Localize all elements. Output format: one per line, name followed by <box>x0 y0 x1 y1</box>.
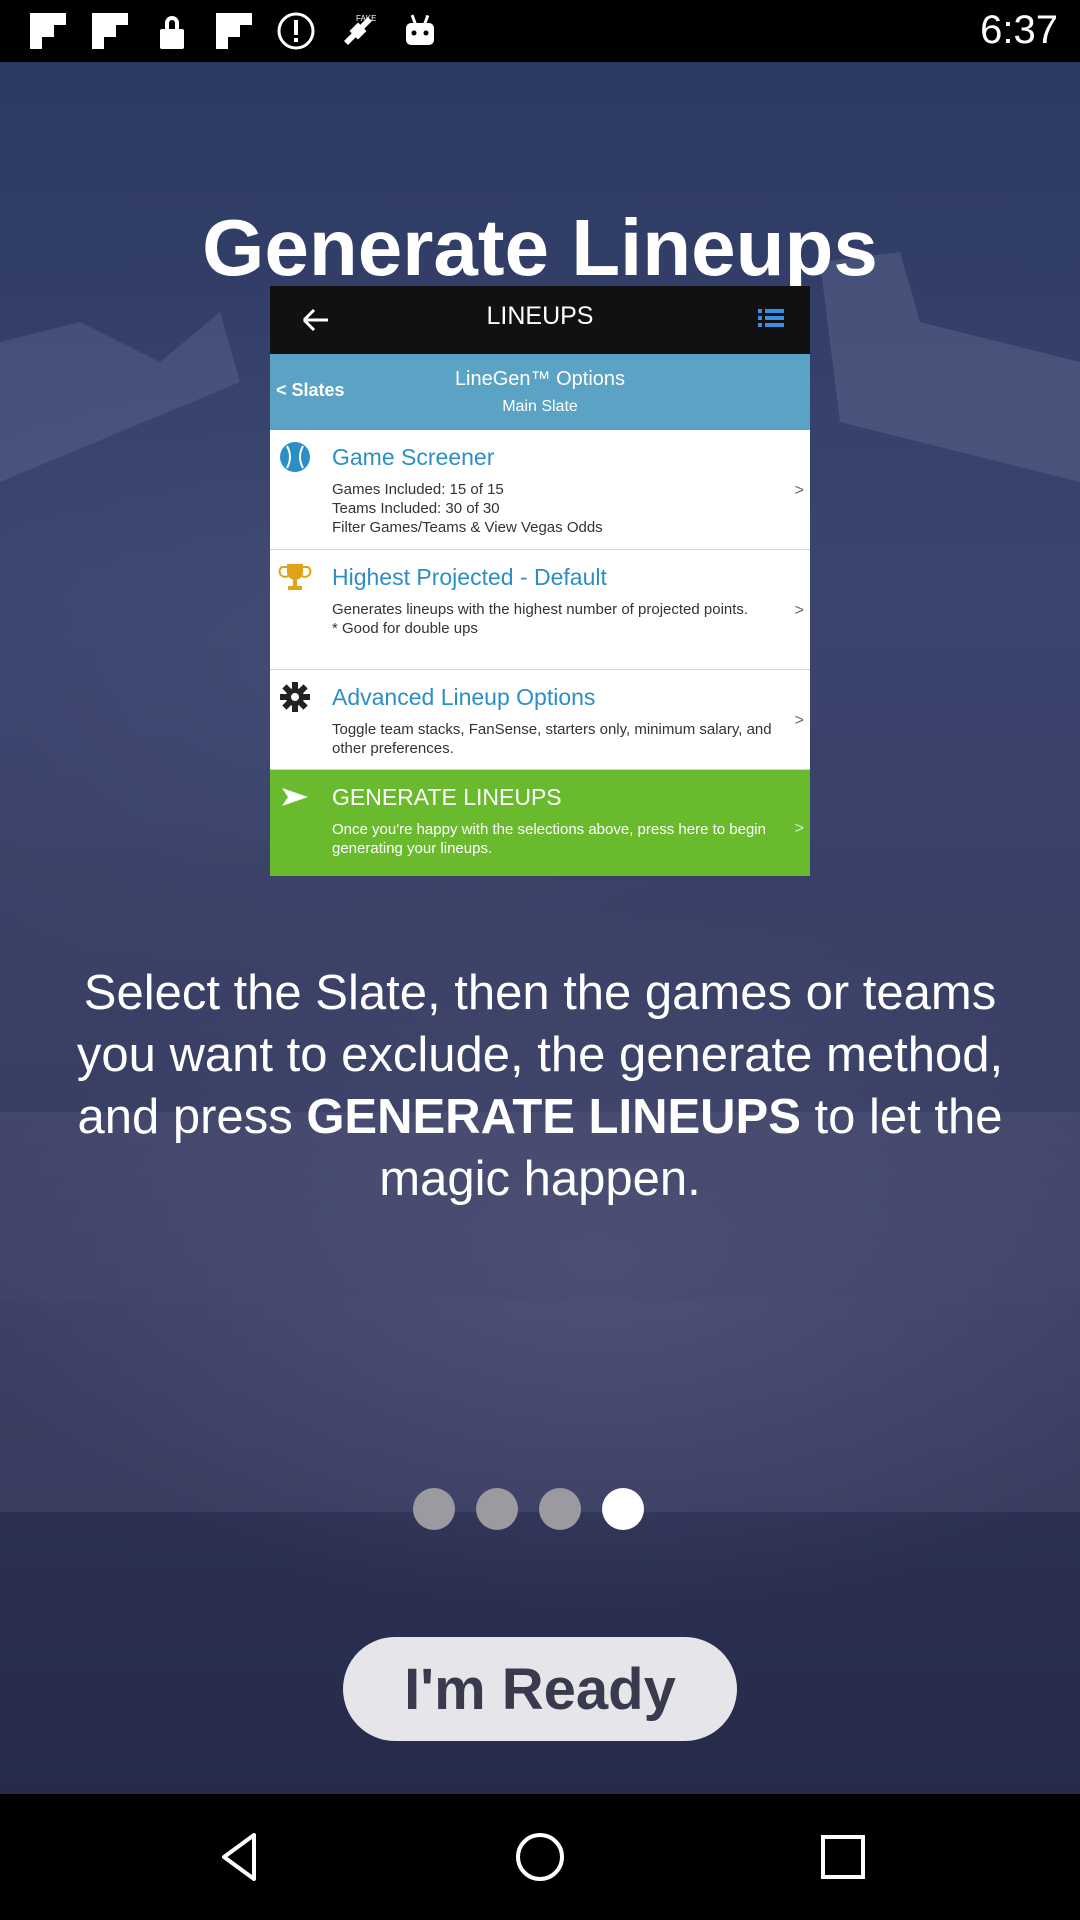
page-indicator <box>0 1488 1080 1530</box>
options-title: LineGen™ Options <box>454 368 626 390</box>
trophy-icon <box>278 564 312 590</box>
back-icon[interactable] <box>210 1827 270 1887</box>
android-icon <box>406 14 434 45</box>
page-dot-active[interactable] <box>602 1488 644 1530</box>
onboarding-description: Select the Slate, then the games or team… <box>60 962 1020 1210</box>
page-dot[interactable] <box>539 1488 581 1530</box>
send-icon <box>282 788 308 806</box>
gear-icon <box>280 682 310 712</box>
description-emphasis: GENERATE LINEUPS <box>306 1090 801 1144</box>
im-ready-button[interactable]: I'm Ready <box>343 1637 737 1741</box>
row-title: Advanced Lineup Options <box>332 684 596 710</box>
list-item: Highest Projected - Default Generates li… <box>270 550 810 670</box>
flipboard-icon <box>30 13 66 49</box>
chevron-right-icon: > <box>794 820 804 837</box>
recents-icon[interactable] <box>813 1827 873 1887</box>
home-icon[interactable] <box>510 1827 570 1887</box>
clock: 6:37 <box>980 8 1058 52</box>
list-icon <box>758 309 784 327</box>
baseball-icon <box>280 442 310 472</box>
chevron-right-icon: > <box>794 482 804 499</box>
navigation-bar <box>0 1794 1080 1920</box>
fake-gps-icon: FAKE <box>344 14 376 45</box>
alert-circle-icon <box>277 12 315 50</box>
notification-icons: FAKE <box>28 10 440 52</box>
chevron-right-icon: > <box>794 712 804 729</box>
flipboard-icon <box>216 13 252 49</box>
chevron-right-icon: > <box>794 602 804 619</box>
row-title: Highest Projected - Default <box>332 564 607 590</box>
row-description: Toggle team stacks, FanSense, starters o… <box>332 721 772 757</box>
row-title: GENERATE LINEUPS <box>332 784 562 810</box>
row-description: Games Included: 15 of 15 Teams Included:… <box>332 481 603 536</box>
screenshot-topbar: LINEUPS <box>270 286 810 354</box>
onboarding-screen: Generate Lineups LINEUPS < Slates LineGe… <box>0 62 1080 1794</box>
screenshot-topbar-title: LINEUPS <box>486 302 594 330</box>
options-subtitle: Main Slate <box>502 398 578 415</box>
lock-icon <box>160 16 184 49</box>
flipboard-icon <box>92 13 128 49</box>
row-title: Game Screener <box>332 444 495 470</box>
page-dot[interactable] <box>476 1488 518 1530</box>
feature-screenshot: LINEUPS < Slates LineGen™ Options Main S… <box>270 286 810 876</box>
generate-lineups-row: GENERATE LINEUPS Once you're happy with … <box>270 770 810 876</box>
page-title: Generate Lineups <box>202 203 878 292</box>
list-item: Game Screener Games Included: 15 of 15 T… <box>270 430 810 550</box>
status-bar: FAKE 6:37 <box>0 0 1080 62</box>
row-description: Generates lineups with the highest numbe… <box>332 601 749 637</box>
row-description: Once you're happy with the selections ab… <box>332 821 766 857</box>
screenshot-subbar: < Slates LineGen™ Options Main Slate <box>270 354 810 430</box>
svg-text:FAKE: FAKE <box>356 14 376 23</box>
list-item: Advanced Lineup Options Toggle team stac… <box>270 670 810 770</box>
page-dot[interactable] <box>413 1488 455 1530</box>
